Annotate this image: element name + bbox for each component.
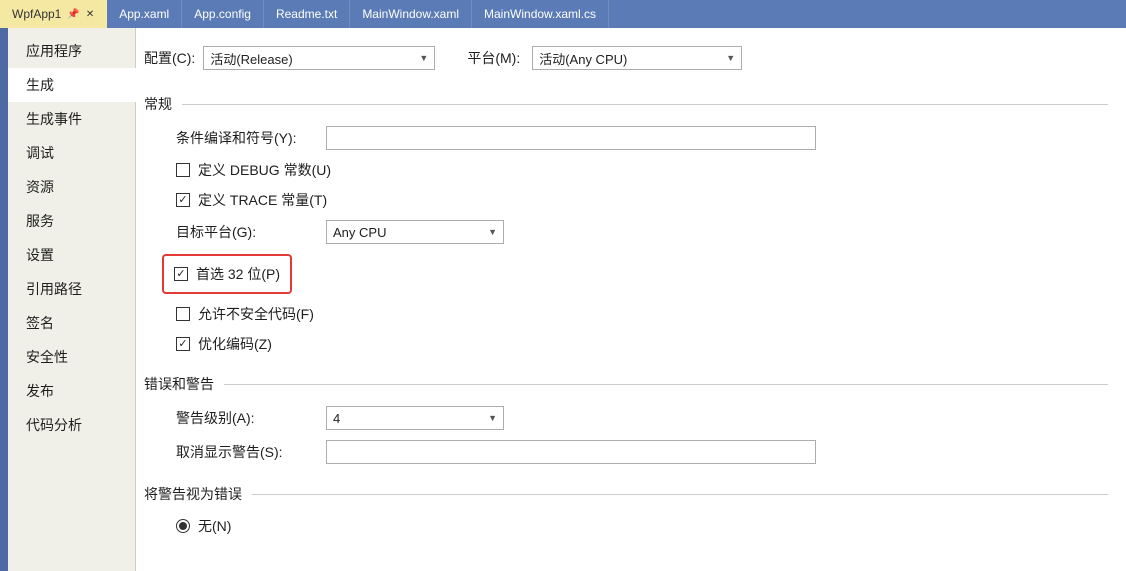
optimize-code-checkbox[interactable] [176, 337, 190, 351]
define-debug-label: 定义 DEBUG 常数(U) [198, 160, 331, 180]
prefer-32bit-highlight: 首选 32 位(P) [162, 254, 292, 294]
define-trace-checkbox[interactable] [176, 193, 190, 207]
target-platform-dropdown[interactable]: Any CPU ▼ [326, 220, 504, 244]
project-properties-sidebar: 应用程序 生成 生成事件 调试 资源 服务 设置 引用路径 签名 安全性 发布 … [8, 28, 136, 571]
dropdown-value: 活动(Any CPU) [539, 49, 627, 68]
tab-label: WpfApp1 [12, 7, 61, 21]
chevron-down-icon: ▼ [488, 227, 497, 237]
warning-level-dropdown[interactable]: 4 ▼ [326, 406, 504, 430]
sidebar-item-application[interactable]: 应用程序 [8, 34, 135, 68]
tab-label: MainWindow.xaml.cs [484, 7, 596, 21]
allow-unsafe-checkbox[interactable] [176, 307, 190, 321]
sidebar-item-settings[interactable]: 设置 [8, 238, 135, 272]
section-title: 错误和警告 [144, 374, 214, 394]
configuration-dropdown[interactable]: 活动(Release) ▼ [203, 46, 435, 70]
tab-label: Readme.txt [276, 7, 337, 21]
define-trace-label: 定义 TRACE 常量(T) [198, 190, 327, 210]
tool-window-rail[interactable] [0, 28, 8, 571]
tab-wpfapp1[interactable]: WpfApp1 📌 ✕ [0, 0, 107, 28]
allow-unsafe-label: 允许不安全代码(F) [198, 304, 314, 324]
divider [224, 384, 1108, 385]
build-settings-panel: 配置(C): 活动(Release) ▼ 平台(M): 活动(Any CPU) … [136, 28, 1126, 571]
section-title: 常规 [144, 94, 172, 114]
configuration-label: 配置(C): [144, 48, 195, 68]
section-treat-warnings: 将警告视为错误 [144, 484, 1126, 504]
conditional-symbols-label: 条件编译和符号(Y): [176, 128, 326, 148]
sidebar-item-services[interactable]: 服务 [8, 204, 135, 238]
divider [252, 494, 1108, 495]
chevron-down-icon: ▼ [726, 53, 735, 63]
suppress-warnings-input[interactable] [326, 440, 816, 464]
section-general: 常规 [144, 94, 1126, 114]
prefer-32bit-checkbox[interactable] [174, 267, 188, 281]
tab-label: App.xaml [119, 7, 169, 21]
tab-mainwindow-xaml-cs[interactable]: MainWindow.xaml.cs [472, 0, 609, 28]
divider [182, 104, 1108, 105]
sidebar-item-publish[interactable]: 发布 [8, 374, 135, 408]
workspace: 应用程序 生成 生成事件 调试 资源 服务 设置 引用路径 签名 安全性 发布 … [0, 28, 1126, 571]
tab-label: App.config [194, 7, 251, 21]
sidebar-item-build-events[interactable]: 生成事件 [8, 102, 135, 136]
treat-warnings-none-radio[interactable] [176, 519, 190, 533]
tab-mainwindow-xaml[interactable]: MainWindow.xaml [350, 0, 472, 28]
suppress-warnings-label: 取消显示警告(S): [176, 442, 326, 462]
sidebar-item-signing[interactable]: 签名 [8, 306, 135, 340]
sidebar-item-debug[interactable]: 调试 [8, 136, 135, 170]
config-platform-row: 配置(C): 活动(Release) ▼ 平台(M): 活动(Any CPU) … [136, 46, 1126, 70]
dropdown-value: Any CPU [333, 225, 386, 240]
platform-label: 平台(M): [467, 48, 520, 68]
treat-warnings-none-label: 无(N) [198, 516, 231, 536]
pin-icon[interactable]: 📌 [67, 9, 79, 20]
sidebar-item-code-analysis[interactable]: 代码分析 [8, 408, 135, 442]
chevron-down-icon: ▼ [488, 413, 497, 423]
sidebar-item-build[interactable]: 生成 [8, 68, 135, 102]
sidebar-item-reference-paths[interactable]: 引用路径 [8, 272, 135, 306]
section-title: 将警告视为错误 [144, 484, 242, 504]
optimize-code-label: 优化编码(Z) [198, 334, 272, 354]
conditional-symbols-input[interactable] [326, 126, 816, 150]
warning-level-label: 警告级别(A): [176, 408, 326, 428]
chevron-down-icon: ▼ [419, 53, 428, 63]
close-icon[interactable]: ✕ [86, 9, 94, 20]
tab-app-xaml[interactable]: App.xaml [107, 0, 182, 28]
tab-app-config[interactable]: App.config [182, 0, 264, 28]
target-platform-label: 目标平台(G): [176, 222, 326, 242]
define-debug-checkbox[interactable] [176, 163, 190, 177]
dropdown-value: 4 [333, 411, 340, 426]
tab-readme[interactable]: Readme.txt [264, 0, 350, 28]
tab-label: MainWindow.xaml [362, 7, 459, 21]
document-tab-bar: WpfApp1 📌 ✕ App.xaml App.config Readme.t… [0, 0, 1126, 28]
sidebar-item-resources[interactable]: 资源 [8, 170, 135, 204]
prefer-32bit-label: 首选 32 位(P) [196, 264, 280, 284]
platform-dropdown[interactable]: 活动(Any CPU) ▼ [532, 46, 742, 70]
sidebar-item-security[interactable]: 安全性 [8, 340, 135, 374]
dropdown-value: 活动(Release) [210, 49, 292, 68]
section-errors-warnings: 错误和警告 [144, 374, 1126, 394]
